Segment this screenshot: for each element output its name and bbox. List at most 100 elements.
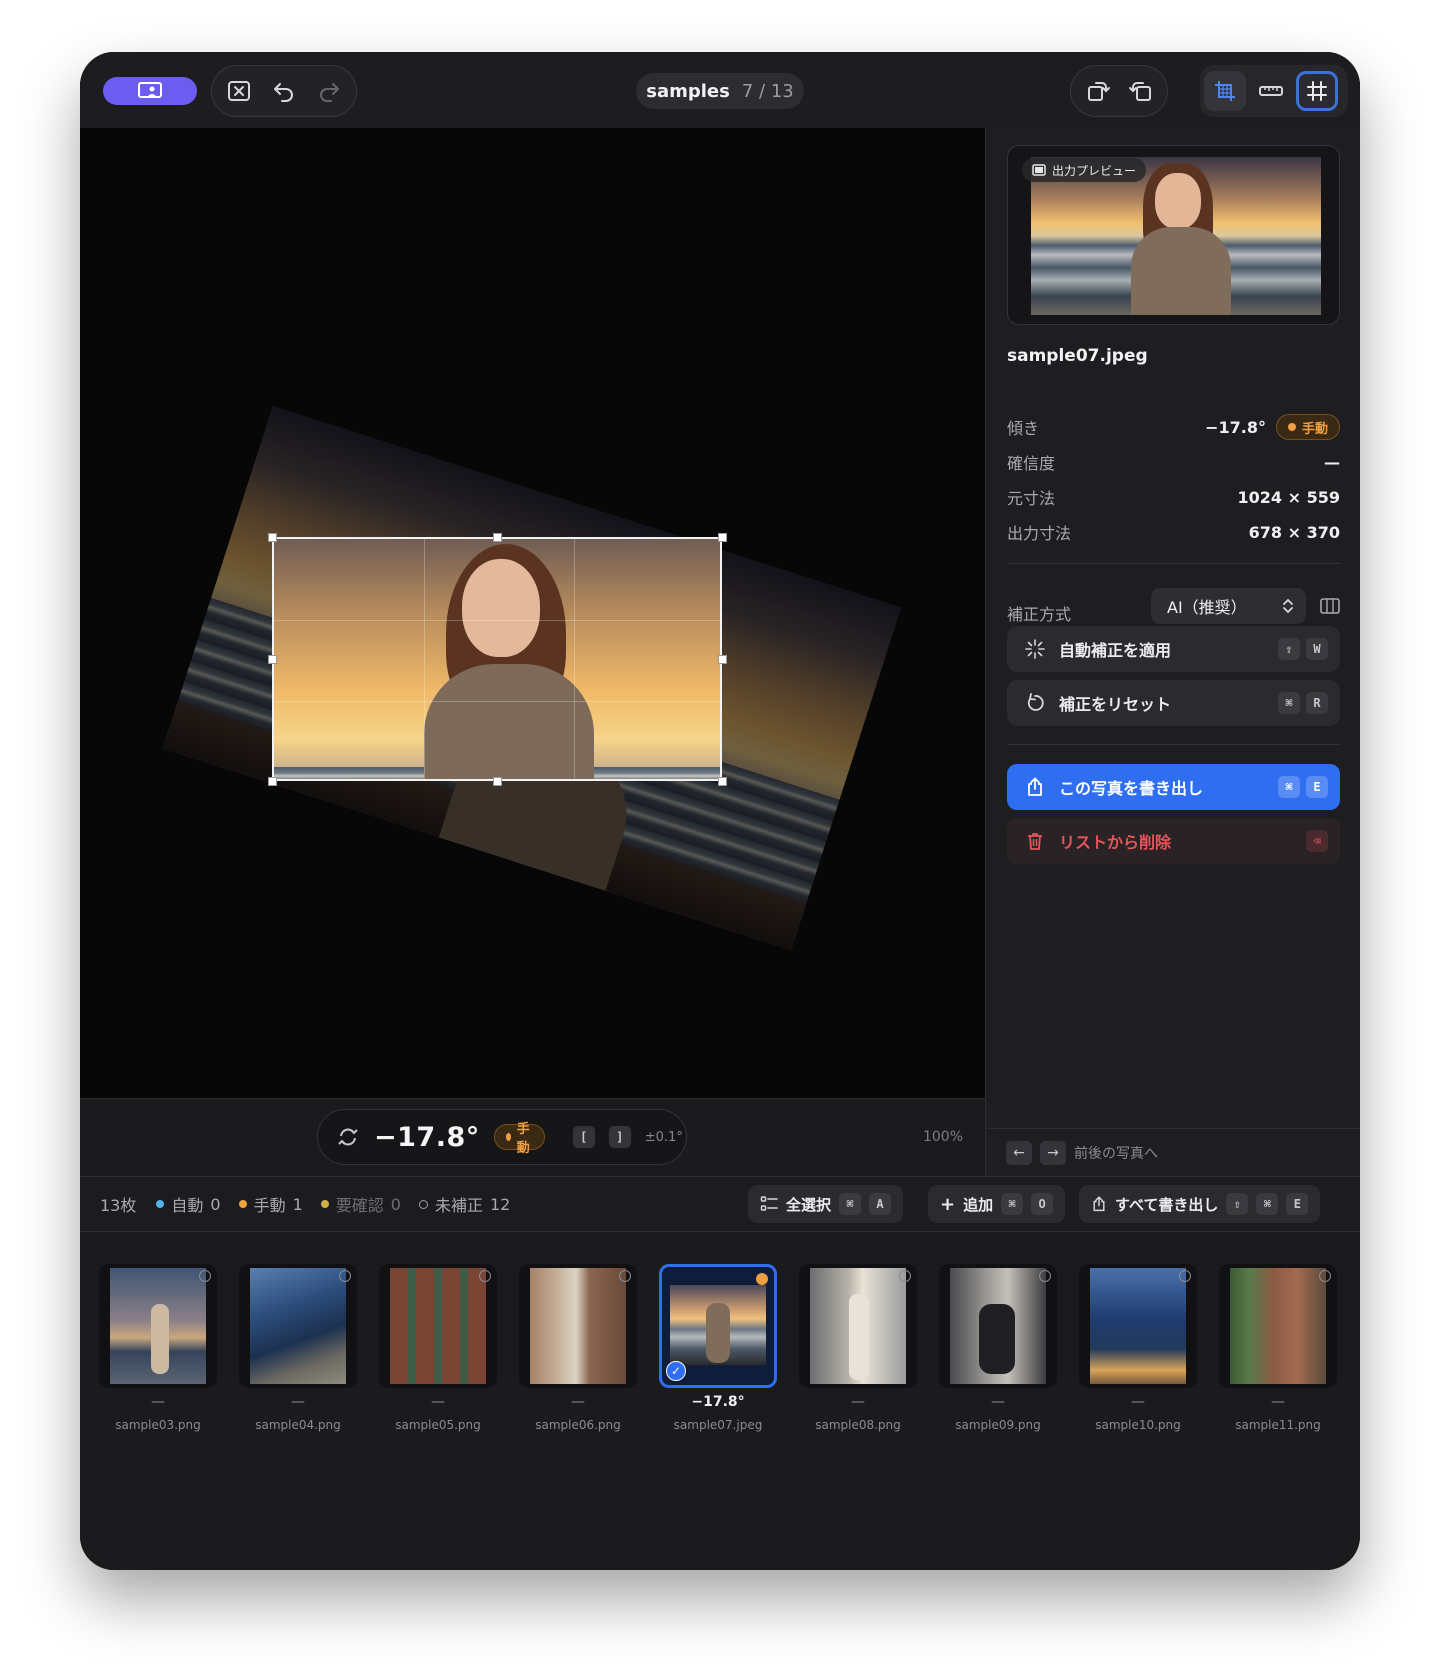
thumbnail-name: sample08.png bbox=[815, 1418, 901, 1432]
thumbnail-angle: — bbox=[151, 1394, 165, 1410]
method-select[interactable]: AI（推奨） bbox=[1151, 588, 1306, 624]
preview-tag: 出力プレビュー bbox=[1022, 158, 1147, 182]
stat-review-count: 0 bbox=[390, 1194, 401, 1214]
increase-key: ] bbox=[608, 1126, 631, 1148]
stat-manual-count: 1 bbox=[292, 1194, 303, 1214]
app-menu-button[interactable] bbox=[103, 77, 197, 105]
remove-from-list-button[interactable]: リストから削除 ⌫ bbox=[1007, 818, 1340, 864]
prop-original-size-value: 1024 × 559 bbox=[1237, 487, 1340, 507]
thumbnail-angle: — bbox=[431, 1394, 445, 1410]
shortcut-key: ⌘ bbox=[1001, 1193, 1024, 1215]
crop-handle-bl[interactable] bbox=[268, 777, 277, 786]
navigation-hint: 前後の写真へ bbox=[1074, 1145, 1158, 1162]
thumbnail-name: sample06.png bbox=[535, 1418, 621, 1432]
preview-icon bbox=[1032, 164, 1046, 176]
redo-button[interactable] bbox=[309, 71, 348, 111]
status-bar: 13枚 自動 0 手動 1 要確認 0 未補正 12 全選択 ⌘ A + 追加 ⌘ O … bbox=[80, 1176, 1360, 1232]
crop-handle-tr[interactable] bbox=[718, 533, 727, 542]
output-preview: 出力プレビュー bbox=[1007, 145, 1340, 325]
crop-handle-mr[interactable] bbox=[718, 655, 727, 664]
thumbnail-name: sample07.jpeg bbox=[673, 1418, 763, 1432]
mode-badge-label: 手動 bbox=[516, 1122, 530, 1156]
selected-filename: sample07.jpeg bbox=[1007, 346, 1148, 366]
thumbnail-angle: — bbox=[291, 1394, 305, 1410]
zoom-level[interactable]: 100% bbox=[923, 1129, 963, 1145]
add-photos-button[interactable]: + 追加 ⌘ O bbox=[928, 1185, 1066, 1223]
panel-footer: ← → 前後の写真へ bbox=[986, 1128, 1360, 1176]
folder-name: samples bbox=[646, 80, 730, 102]
next-photo-button[interactable]: → bbox=[1040, 1140, 1066, 1165]
previous-photo-button[interactable]: ← bbox=[1006, 1140, 1032, 1165]
method-label: 補正方式 bbox=[1007, 605, 1072, 624]
image-canvas[interactable] bbox=[80, 128, 985, 1176]
grid-overlay-button[interactable] bbox=[1296, 71, 1338, 111]
divider bbox=[1007, 563, 1340, 564]
rotate-left-button[interactable] bbox=[1077, 71, 1118, 111]
thumbnail-selected[interactable]: ✓ bbox=[659, 1264, 777, 1388]
chevron-updown-icon bbox=[1283, 598, 1293, 614]
mode-badge: 手動 bbox=[493, 1122, 545, 1156]
crop-handle-ml[interactable] bbox=[268, 655, 277, 664]
prop-output-size-value: 678 × 370 bbox=[1248, 522, 1340, 542]
thumbnail[interactable] bbox=[939, 1264, 1057, 1388]
share-icon bbox=[1093, 1196, 1105, 1212]
close-image-icon bbox=[228, 81, 251, 101]
thumbnail-name: sample05.png bbox=[395, 1418, 481, 1432]
ruler-mode-button[interactable] bbox=[1250, 71, 1292, 111]
prop-confidence-value: — bbox=[1324, 452, 1340, 472]
method-value: AI（推奨） bbox=[1167, 598, 1247, 617]
thumbnail[interactable] bbox=[239, 1264, 357, 1388]
thumbnail-angle: — bbox=[991, 1394, 1005, 1410]
filmstrip[interactable]: — sample03.png — sample04.png — sample05… bbox=[80, 1232, 1360, 1570]
crop-rectangle[interactable] bbox=[272, 537, 722, 781]
crop-mode-button[interactable] bbox=[1204, 71, 1246, 111]
angle-value[interactable]: −17.8° bbox=[374, 1122, 480, 1153]
reset-label: 補正をリセット bbox=[1059, 695, 1172, 714]
thumbnail[interactable] bbox=[1219, 1264, 1337, 1388]
rotate-reset-button[interactable] bbox=[336, 1125, 360, 1149]
rotate-left-icon bbox=[1087, 82, 1110, 101]
close-image-button[interactable] bbox=[220, 71, 259, 111]
prop-original-size-key: 元寸法 bbox=[1007, 489, 1056, 508]
app-window: samples 7 / 13 −17.8° 手動 [] ±0.1° 100% … bbox=[80, 52, 1360, 1570]
stat-review: 要確認 0 bbox=[320, 1192, 401, 1216]
thumbnail[interactable] bbox=[99, 1264, 217, 1388]
decrease-key: [ bbox=[572, 1126, 595, 1148]
thumbnail[interactable] bbox=[519, 1264, 637, 1388]
thumbnail-angle: — bbox=[1131, 1394, 1145, 1410]
crop-handle-tm[interactable] bbox=[493, 533, 502, 542]
select-all-button[interactable]: 全選択 ⌘ A bbox=[748, 1185, 904, 1223]
undo-button[interactable] bbox=[265, 71, 304, 111]
arrow-left-icon: ← bbox=[1013, 1144, 1025, 1161]
shortcut-key: ⌫ bbox=[1306, 830, 1328, 852]
plus-icon: + bbox=[940, 1193, 956, 1215]
export-all-button[interactable]: すべて書き出し ⇧ ⌘ E bbox=[1079, 1185, 1321, 1223]
crop-handle-br[interactable] bbox=[718, 777, 727, 786]
redo-icon bbox=[319, 83, 339, 102]
step-size: ±0.1° bbox=[644, 1129, 683, 1145]
arrow-right-icon: → bbox=[1047, 1144, 1059, 1161]
reset-correction-button[interactable]: 補正をリセット ⌘ R bbox=[1007, 680, 1340, 726]
thumbnail[interactable] bbox=[1079, 1264, 1197, 1388]
shortcut-key: ⇧ bbox=[1278, 638, 1300, 660]
remove-label: リストから削除 bbox=[1059, 833, 1172, 852]
thumbnail[interactable] bbox=[379, 1264, 497, 1388]
crop-handle-tl[interactable] bbox=[268, 533, 277, 542]
rotate-cycle-icon bbox=[338, 1128, 358, 1146]
reset-icon bbox=[1027, 693, 1044, 711]
thumbnail-name: sample04.png bbox=[255, 1418, 341, 1432]
document-title: samples 7 / 13 bbox=[636, 73, 804, 109]
prop-tilt-value: −17.8° bbox=[1205, 417, 1266, 437]
stat-manual-label: 手動 bbox=[253, 1196, 286, 1215]
thumbnail[interactable] bbox=[799, 1264, 917, 1388]
stat-review-label: 要確認 bbox=[335, 1196, 384, 1215]
export-photo-button[interactable]: この写真を書き出し ⌘ E bbox=[1007, 764, 1340, 810]
auto-correct-button[interactable]: 自動補正を適用 ⇧ W bbox=[1007, 626, 1340, 672]
crop-handle-bm[interactable] bbox=[493, 777, 502, 786]
thumbnail-angle: −17.8° bbox=[691, 1394, 745, 1410]
rotate-right-button[interactable] bbox=[1120, 71, 1161, 111]
undo-icon bbox=[274, 83, 293, 102]
prop-tilt-key: 傾き bbox=[1007, 419, 1040, 438]
compare-view-icon[interactable] bbox=[1320, 596, 1340, 616]
select-all-label: 全選択 bbox=[786, 1195, 832, 1214]
